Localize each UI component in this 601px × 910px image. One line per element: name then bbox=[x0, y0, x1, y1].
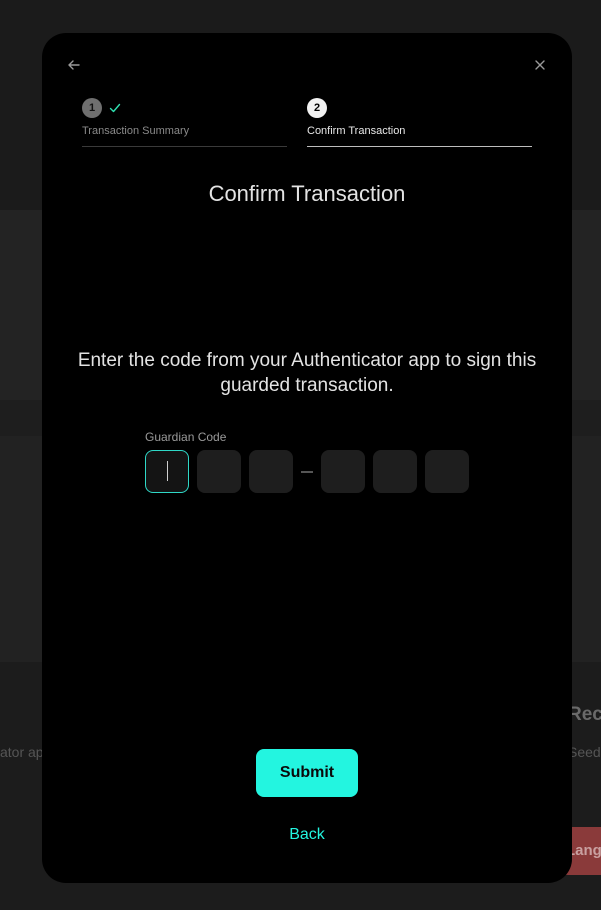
check-icon bbox=[109, 101, 121, 113]
arrow-left-icon[interactable] bbox=[66, 57, 82, 73]
step-label: Confirm Transaction bbox=[307, 125, 406, 137]
code-digit-input-4[interactable] bbox=[321, 450, 365, 493]
guardian-code-label: Guardian Code bbox=[145, 430, 227, 444]
code-digit-input-6[interactable] bbox=[425, 450, 469, 493]
close-icon[interactable] bbox=[532, 57, 548, 73]
stepper: 1 Transaction Summary 2 Confirm Transact… bbox=[82, 97, 532, 147]
back-link[interactable]: Back bbox=[42, 826, 572, 844]
background-text: ator ap bbox=[0, 744, 44, 760]
text-cursor bbox=[167, 461, 168, 481]
modal-title: Confirm Transaction bbox=[208, 181, 406, 206]
background-text: Seed bbox=[568, 744, 601, 760]
step-number: 1 bbox=[82, 98, 102, 118]
step-number: 2 bbox=[307, 98, 327, 118]
step-transaction-summary[interactable]: 1 Transaction Summary bbox=[82, 97, 287, 147]
code-digit-input-3[interactable] bbox=[249, 450, 293, 493]
code-digit-input-2[interactable] bbox=[197, 450, 241, 493]
code-separator bbox=[301, 471, 313, 473]
step-confirm-transaction: 2 Confirm Transaction bbox=[307, 97, 532, 147]
code-digit-input-5[interactable] bbox=[373, 450, 417, 493]
background-heading: Rec bbox=[568, 704, 601, 725]
confirm-transaction-modal: 1 Transaction Summary 2 Confirm Transact… bbox=[42, 33, 572, 883]
submit-button[interactable]: Submit bbox=[256, 749, 358, 797]
instruction-text: Enter the code from your Authenticator a… bbox=[77, 350, 537, 396]
step-label: Transaction Summary bbox=[82, 125, 190, 137]
